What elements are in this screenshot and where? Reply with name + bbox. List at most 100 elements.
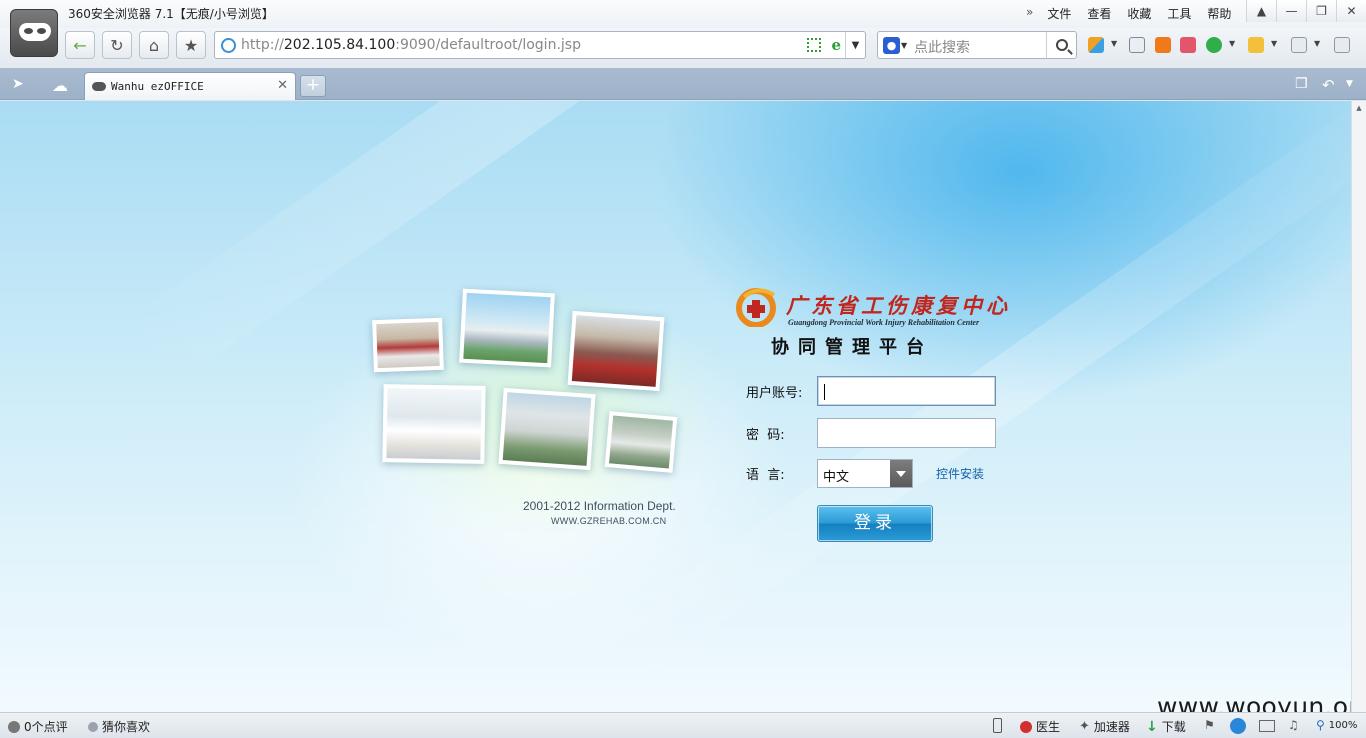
new-tab-button[interactable]: + xyxy=(300,75,326,97)
search-icon xyxy=(1055,39,1068,51)
accelerator-label: 加速器 xyxy=(1093,720,1130,734)
zoom-level: 100% xyxy=(1328,719,1358,731)
language-selected-value: 中文 xyxy=(823,470,850,485)
download-icon: ↓ xyxy=(1146,718,1158,735)
zoom-item[interactable]: ⚲ 100% xyxy=(1316,718,1357,732)
copyright-text: 2001-2012 Information Dept. xyxy=(523,499,676,513)
back-button[interactable]: ← xyxy=(65,31,95,59)
fullscreen-icon[interactable] xyxy=(1334,37,1350,53)
watermark-text: www.wooyun.org xyxy=(1157,692,1351,712)
security-caret-icon[interactable]: ▼ xyxy=(1229,39,1235,48)
menu-view[interactable]: 查看 xyxy=(1079,5,1119,22)
photo-conference-hall xyxy=(567,310,665,392)
menu-file[interactable]: 文件 xyxy=(1039,5,1079,22)
menu-bar: » 文件 查看 收藏 工具 帮助 xyxy=(1020,5,1239,22)
photo-medical-team xyxy=(382,384,486,464)
organization-name-en: Guangdong Provincial Work Injury Rehabil… xyxy=(788,318,980,327)
plugin-install-link[interactable]: 控件安装 xyxy=(936,465,984,482)
security-shield-icon[interactable] xyxy=(1206,37,1222,53)
recommendation-icon xyxy=(88,721,98,732)
login-page: 2001-2012 Information Dept. WWW.GZREHAB.… xyxy=(0,101,1351,712)
menu-tools[interactable]: 工具 xyxy=(1159,5,1199,22)
password-field[interactable] xyxy=(817,418,996,448)
website-text: WWW.GZREHAB.COM.CN xyxy=(551,516,667,526)
password-label: 密 码: xyxy=(746,428,785,443)
platform-title: 协同管理平台 xyxy=(771,337,933,358)
screenshot-icon[interactable] xyxy=(1291,37,1307,53)
tab-favicon-icon xyxy=(92,82,106,91)
doctor-label: 医生 xyxy=(1036,720,1061,734)
restore-button[interactable]: ❐ xyxy=(1306,0,1336,22)
sound-icon[interactable]: ♫ xyxy=(1288,718,1304,734)
menu-help[interactable]: 帮助 xyxy=(1199,5,1239,22)
scroll-up-arrow-icon[interactable]: ▲ xyxy=(1354,101,1364,117)
login-button[interactable]: 登录 xyxy=(817,505,933,542)
shopping-icon[interactable] xyxy=(1180,37,1196,53)
address-bar[interactable]: http://202.105.84.100:9090/defaultroot/l… xyxy=(214,31,866,59)
dropdown-arrow-icon[interactable] xyxy=(890,460,912,487)
close-tab-icon[interactable]: ✕ xyxy=(277,78,288,93)
tab-label: Wanhu ezOFFICE xyxy=(111,80,204,93)
address-url[interactable]: http://202.105.84.100:9090/defaultroot/l… xyxy=(241,37,581,53)
search-box[interactable]: ● ▼ 点此搜索 xyxy=(877,31,1077,59)
tab-wanhu-ezoffice[interactable]: Wanhu ezOFFICE ✕ xyxy=(84,72,296,100)
comments-count: 0个点评 xyxy=(24,720,68,734)
photo-staff-meeting xyxy=(372,317,444,373)
window-mode-icon[interactable] xyxy=(1259,720,1275,732)
window-controls: ▲ — ❐ ✕ xyxy=(1246,0,1366,22)
vertical-scrollbar[interactable]: ▲ xyxy=(1351,101,1366,712)
doctor-item[interactable]: 医生 xyxy=(1020,718,1060,735)
translate-icon[interactable] xyxy=(1129,37,1145,53)
username-field[interactable] xyxy=(817,376,996,406)
favorite-star-button[interactable]: ★ xyxy=(176,31,206,59)
photo-aerial-view xyxy=(604,411,678,473)
globe-icon xyxy=(221,38,236,53)
menu-overflow-chevron[interactable]: » xyxy=(1020,5,1039,22)
undo-close-icon[interactable]: ↶ xyxy=(1322,76,1335,94)
home-button[interactable]: ⌂ xyxy=(139,31,169,59)
browser-logo-icon[interactable] xyxy=(10,9,58,57)
window-title: 360安全浏览器 7.1【无痕/小号浏览】 xyxy=(68,7,274,21)
undo-caret-icon[interactable]: ▼ xyxy=(1346,79,1353,89)
qr-code-icon[interactable] xyxy=(807,38,821,52)
skin-icon[interactable]: ▲ xyxy=(1246,0,1276,22)
menu-favorites[interactable]: 收藏 xyxy=(1119,5,1159,22)
search-button[interactable] xyxy=(1046,32,1076,58)
tab-list-icon[interactable]: ❐ xyxy=(1295,76,1308,92)
screenshot-caret-icon[interactable]: ▼ xyxy=(1314,39,1320,48)
organization-name-cn: 广东省工伤康复中心 xyxy=(786,293,1011,318)
comments-item[interactable]: 0个点评 xyxy=(8,718,68,735)
rocket-icon: ✦ xyxy=(1079,719,1090,734)
ie-mode-icon[interactable]: e xyxy=(831,36,841,54)
address-dropdown-button[interactable]: ▼ xyxy=(845,32,865,58)
photo-hospital-building xyxy=(459,288,555,368)
refresh-button[interactable]: ↻ xyxy=(102,31,132,59)
mobile-icon[interactable] xyxy=(993,718,1002,733)
search-engine-icon[interactable]: ● xyxy=(883,37,900,54)
apps-caret-icon[interactable]: ▼ xyxy=(1111,39,1117,48)
status-bar: 0个点评 猜你喜欢 医生 ✦ 加速器 ↓ 下载 ⚑ ♫ ⚲ 100% xyxy=(0,712,1366,738)
download-item[interactable]: ↓ 下载 xyxy=(1146,718,1186,735)
comment-icon xyxy=(8,720,20,733)
apps-icon[interactable] xyxy=(1088,37,1104,53)
game-caret-icon[interactable]: ▼ xyxy=(1271,39,1277,48)
sidebar-toggle-icon[interactable]: ➤ xyxy=(12,76,24,92)
cloud-icon[interactable]: ☁ xyxy=(52,76,68,95)
flight-icon[interactable] xyxy=(1155,37,1171,53)
photo-campus xyxy=(498,387,596,471)
search-engine-caret-icon[interactable]: ▼ xyxy=(901,41,907,50)
accelerator-item[interactable]: ✦ 加速器 xyxy=(1079,718,1130,735)
doctor-icon xyxy=(1020,720,1032,733)
ie-icon[interactable] xyxy=(1230,718,1246,734)
search-input[interactable]: 点此搜索 xyxy=(914,37,970,57)
close-window-button[interactable]: ✕ xyxy=(1336,0,1366,22)
username-label: 用户账号: xyxy=(746,386,803,401)
language-select[interactable]: 中文 xyxy=(817,459,913,488)
minimize-button[interactable]: — xyxy=(1276,0,1306,22)
title-bar: 360安全浏览器 7.1【无痕/小号浏览】 » 文件 查看 收藏 工具 帮助 ▲… xyxy=(0,0,1366,28)
navigation-toolbar: ← ↻ ⌂ ★ http://202.105.84.100:9090/defau… xyxy=(0,28,1366,68)
flag-icon[interactable]: ⚑ xyxy=(1204,718,1220,734)
game-icon[interactable] xyxy=(1248,37,1264,53)
language-label: 语 言: xyxy=(746,468,785,483)
recommendation-item[interactable]: 猜你喜欢 xyxy=(88,718,150,735)
